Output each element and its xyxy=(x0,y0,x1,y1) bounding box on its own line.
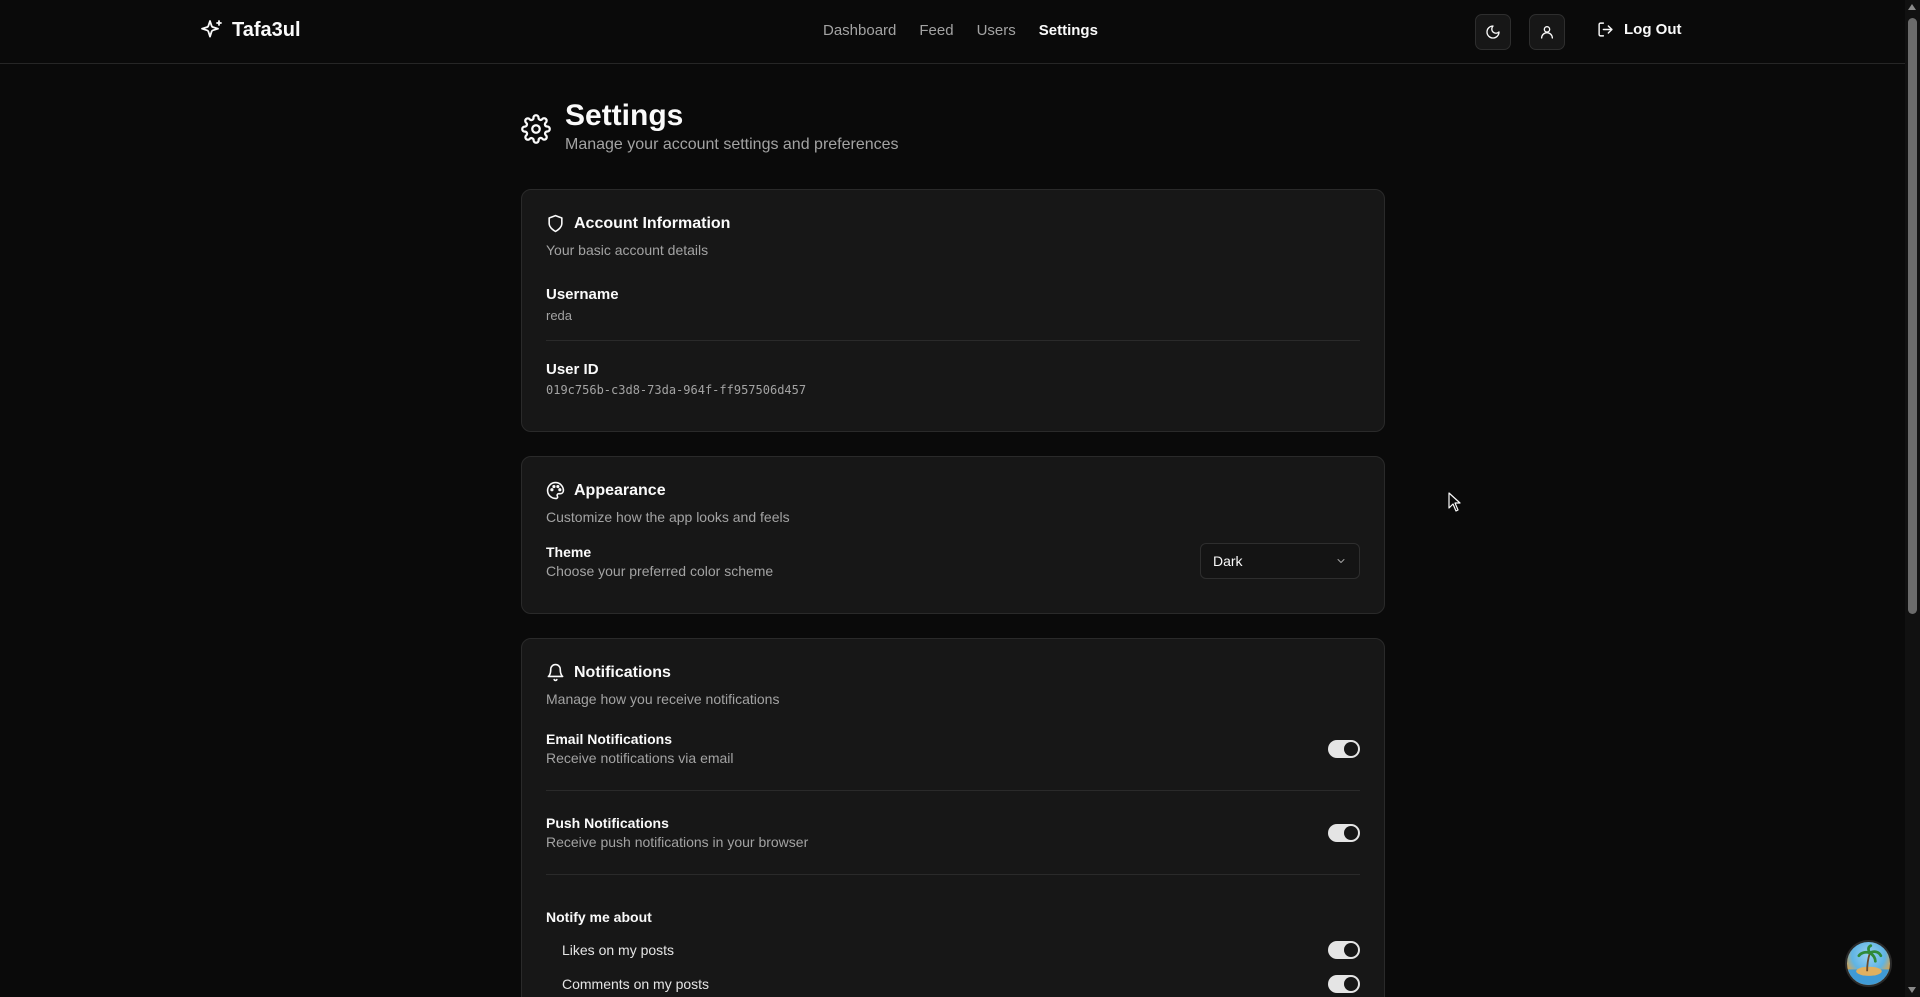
username-label: Username xyxy=(546,286,619,303)
page-header: Settings Manage your account settings an… xyxy=(521,98,899,154)
theme-select-value: Dark xyxy=(1213,553,1243,569)
theme-select[interactable]: Dark xyxy=(1200,543,1360,579)
scroll-up-arrow[interactable] xyxy=(1908,4,1916,10)
profile-button[interactable] xyxy=(1529,14,1565,50)
userid-label: User ID xyxy=(546,361,599,378)
theme-row: Theme Choose your preferred color scheme… xyxy=(546,543,1360,579)
scroll-down-arrow[interactable] xyxy=(1908,987,1916,993)
card-title: Account Information xyxy=(574,214,731,232)
likes-notification-label: Likes on my posts xyxy=(562,942,675,958)
push-notifications-label: Push Notifications xyxy=(546,815,669,831)
palette-icon xyxy=(546,481,565,500)
email-notifications-row: Email Notifications Receive notification… xyxy=(546,731,1360,766)
card-title: Appearance xyxy=(574,481,666,499)
divider xyxy=(546,874,1360,875)
main-nav: Dashboard Feed Users Settings xyxy=(823,22,1098,39)
comments-notification-label: Comments on my posts xyxy=(562,976,710,992)
theme-toggle-button[interactable] xyxy=(1475,14,1511,50)
divider xyxy=(546,340,1360,341)
theme-description: Choose your preferred color scheme xyxy=(546,562,774,579)
push-notifications-toggle[interactable] xyxy=(1328,823,1360,842)
chevron-down-icon xyxy=(1337,559,1345,563)
logout-label: Log Out xyxy=(1624,21,1682,38)
email-notifications-description: Receive notifications via email xyxy=(546,750,734,766)
shield-icon xyxy=(548,214,563,233)
nav-dashboard[interactable]: Dashboard xyxy=(823,22,896,39)
card-description: Manage how you receive notifications xyxy=(546,691,780,707)
page-subtitle: Manage your account settings and prefere… xyxy=(565,136,899,153)
card-title: Notifications xyxy=(574,663,671,681)
comments-notification-toggle[interactable] xyxy=(1328,975,1360,993)
email-notifications-toggle[interactable] xyxy=(1328,739,1360,758)
likes-notification-row: Likes on my posts xyxy=(546,941,1360,959)
user-icon xyxy=(1541,26,1553,39)
card-description: Your basic account details xyxy=(546,242,709,258)
moon-icon xyxy=(1486,25,1500,39)
bell-icon xyxy=(547,663,564,682)
comments-notification-row: Comments on my posts xyxy=(546,975,1360,993)
email-notifications-label: Email Notifications xyxy=(546,731,673,747)
brand-name: Tafa3ul xyxy=(232,18,301,41)
page-scrollbar[interactable] xyxy=(1905,0,1920,997)
top-navbar: Tafa3ul Dashboard Feed Users Settings Lo… xyxy=(0,0,1905,64)
likes-notification-toggle[interactable] xyxy=(1328,941,1360,959)
nav-feed[interactable]: Feed xyxy=(919,22,953,39)
sparkles-icon xyxy=(201,20,222,38)
brand-logo[interactable]: Tafa3ul xyxy=(200,18,301,42)
divider xyxy=(546,790,1360,791)
floating-avatar[interactable] xyxy=(1845,940,1892,987)
page-title: Settings xyxy=(565,99,684,132)
userid-value: 019c756b-c3d8-73da-964f-ff957506d457 xyxy=(546,383,807,397)
push-notifications-description: Receive push notifications in your brows… xyxy=(546,834,809,850)
island-image-icon xyxy=(1847,944,1890,985)
push-notifications-row: Push Notifications Receive push notifica… xyxy=(546,815,1360,850)
notifications-card: Notifications Manage how you receive not… xyxy=(521,638,1385,997)
logout-button[interactable]: Log Out xyxy=(1597,21,1681,38)
nav-settings[interactable]: Settings xyxy=(1039,22,1098,39)
appearance-card: Appearance Customize how the app looks a… xyxy=(521,456,1385,614)
notify-about-label: Notify me about xyxy=(546,909,652,925)
mouse-cursor-icon xyxy=(1448,492,1461,512)
account-information-card: Account Information Your basic account d… xyxy=(521,189,1385,432)
log-out-icon xyxy=(1598,22,1613,37)
scrollbar-thumb[interactable] xyxy=(1908,18,1917,614)
gear-icon xyxy=(521,114,551,144)
nav-users[interactable]: Users xyxy=(977,22,1016,39)
theme-label: Theme xyxy=(546,543,592,560)
username-value: reda xyxy=(546,308,573,323)
card-description: Customize how the app looks and feels xyxy=(546,509,790,525)
